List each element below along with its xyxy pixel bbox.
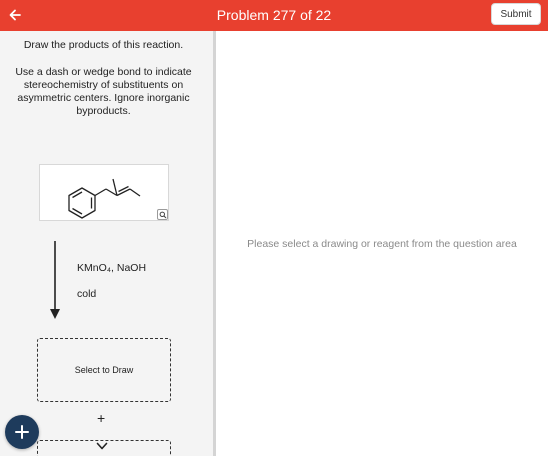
submit-button[interactable]: Submit <box>491 3 541 25</box>
condition-label[interactable]: cold <box>77 288 96 300</box>
chevron-down-icon[interactable] <box>96 441 108 451</box>
reaction-arrow <box>50 241 60 319</box>
select-to-draw-label: Select to Draw <box>74 365 134 375</box>
reactant-molecule-drawing <box>68 178 141 219</box>
add-button[interactable] <box>5 415 39 449</box>
empty-state-message: Please select a drawing or reagent from … <box>247 238 517 250</box>
product-draw-slot[interactable]: Select to Draw <box>37 338 171 402</box>
top-bar: Problem 277 of 22 Submit <box>0 0 548 31</box>
question-panel: Draw the products of this reaction. Use … <box>0 31 213 456</box>
magnifier-icon <box>159 211 166 218</box>
drawing-area[interactable]: Please select a drawing or reagent from … <box>216 31 548 456</box>
reactant-structure[interactable] <box>39 164 169 221</box>
plus-sign: + <box>97 410 106 426</box>
question-instruction: Draw the products of this reaction. <box>23 39 184 51</box>
zoom-button[interactable] <box>157 209 168 220</box>
reagent-label[interactable]: KMnO₄, NaOH <box>77 262 146 274</box>
plus-icon <box>15 425 29 439</box>
question-details: Use a dash or wedge bond to indicate ste… <box>15 66 192 117</box>
problem-title: Problem 277 of 22 <box>216 7 332 23</box>
